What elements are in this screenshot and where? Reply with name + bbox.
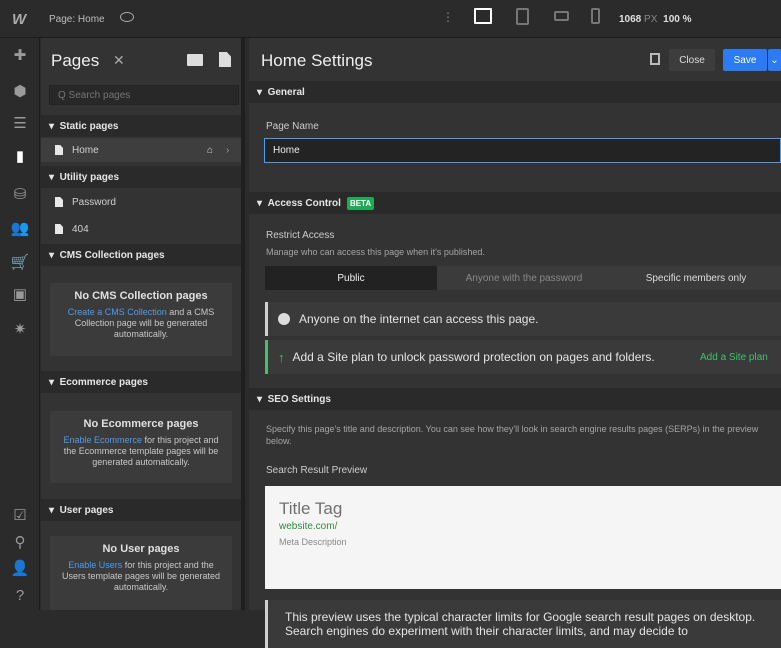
page-settings-panel: Home Settings Close Save ⌄ ▾ General Pag… — [249, 38, 781, 648]
close-icon[interactable]: ✕ — [113, 52, 125, 69]
page-label: Page: Home — [49, 14, 105, 25]
access-control-header[interactable]: ▾ Access Control BETA — [249, 192, 781, 214]
create-cms-link[interactable]: Create a CMS Collection — [68, 307, 167, 317]
tasks-icon[interactable]: ☑ — [10, 505, 30, 525]
ecommerce-empty-state: No Ecommerce pages Enable Ecommerce for … — [50, 411, 232, 483]
restrict-access-desc: Manage who can access this page when it'… — [266, 247, 485, 257]
ecommerce-icon[interactable]: 🛒 — [10, 252, 30, 272]
users-icon[interactable]: 👥 — [10, 218, 30, 238]
home-icon: ⌂ — [207, 144, 214, 156]
static-pages-header[interactable]: ▾ Static pages — [41, 115, 241, 137]
page-item-home[interactable]: Home ⌂ › — [41, 138, 241, 162]
save-button[interactable]: Save — [723, 49, 767, 71]
enable-ecommerce-link[interactable]: Enable Ecommerce — [63, 435, 142, 445]
ecommerce-pages-header[interactable]: ▾ Ecommerce pages — [41, 371, 241, 393]
pages-icon[interactable]: ▮ — [10, 146, 30, 166]
zoom-level: 100 % — [663, 14, 692, 25]
search-pages-input[interactable] — [49, 85, 239, 105]
ecom-empty-title: No Ecommerce pages — [83, 418, 199, 430]
cms-empty-state: No CMS Collection pages Create a CMS Col… — [50, 283, 232, 356]
settings-title: Home Settings — [261, 51, 373, 70]
close-button[interactable]: Close — [669, 49, 715, 71]
mobile-portrait-icon[interactable] — [591, 8, 600, 24]
webflow-logo[interactable]: W — [12, 11, 26, 28]
pages-title: Pages — [51, 51, 100, 70]
public-notice: Anyone on the internet can access this p… — [265, 302, 781, 336]
arrow-up-icon: ↑ — [278, 349, 285, 365]
page-icon — [55, 197, 63, 207]
access-option-public[interactable]: Public — [265, 266, 437, 290]
symbols-icon[interactable]: ⬢ — [10, 81, 30, 101]
restrict-access-label: Restrict Access — [266, 230, 335, 241]
tablet-icon[interactable] — [516, 8, 529, 25]
desktop-icon[interactable] — [474, 8, 492, 24]
page-name-input[interactable] — [264, 138, 781, 163]
access-option-password[interactable]: Anyone with the password — [437, 266, 611, 290]
globe-icon — [278, 313, 290, 325]
user-empty-title: No User pages — [102, 543, 180, 555]
add-icon[interactable]: ✚ — [10, 45, 30, 65]
enable-users-link[interactable]: Enable Users — [68, 560, 122, 570]
general-section-header[interactable]: ▾ General — [249, 81, 781, 103]
preview-title: Title Tag — [279, 499, 343, 518]
search-preview-label: Search Result Preview — [266, 465, 368, 476]
search-icon[interactable]: ⚲ — [10, 532, 30, 552]
user-empty-state: No User pages Enable Users for this proj… — [50, 536, 232, 610]
cms-empty-title: No CMS Collection pages — [74, 290, 208, 302]
page-item-password[interactable]: Password — [41, 190, 241, 214]
top-bar: W Page: Home ⋮ 1068 PX 100 % — [0, 0, 781, 38]
access-option-members[interactable]: Specific members only — [611, 266, 781, 290]
cms-pages-header[interactable]: ▾ CMS Collection pages — [41, 244, 241, 266]
save-options-chevron-icon[interactable]: ⌄ — [768, 49, 781, 71]
navigator-icon[interactable]: ☰ — [10, 113, 30, 133]
pages-panel: Pages ✕ ▾ Static pages Home ⌂ › ▾ Utilit… — [41, 38, 245, 610]
more-icon[interactable]: ⋮ — [442, 10, 454, 24]
settings-icon[interactable]: ✷ — [10, 319, 30, 339]
beta-badge: BETA — [346, 196, 375, 210]
help-icon[interactable]: ? — [10, 585, 30, 605]
px-unit: PX — [644, 14, 658, 25]
duplicate-icon[interactable] — [650, 53, 660, 65]
seo-section-header[interactable]: ▾ SEO Settings — [249, 388, 781, 410]
add-page-icon[interactable] — [219, 52, 231, 67]
page-name-label: Page Name — [266, 121, 319, 132]
preview-url: website.com/ — [279, 521, 338, 532]
seo-description: Specify this page's title and descriptio… — [266, 424, 759, 446]
preview-meta: Meta Description — [279, 537, 347, 547]
assets-icon[interactable]: ▣ — [10, 284, 30, 304]
collaborators-icon[interactable]: 👤 — [10, 558, 30, 578]
search-result-preview: Title Tag website.com/ Meta Description — [265, 486, 781, 589]
user-pages-header[interactable]: ▾ User pages — [41, 499, 241, 521]
utility-pages-header[interactable]: ▾ Utility pages — [41, 166, 241, 188]
add-site-plan-link[interactable]: Add a Site plan — [700, 352, 768, 363]
chevron-right-icon[interactable]: › — [226, 145, 229, 156]
canvas-width: 1068 — [619, 14, 642, 25]
eye-icon[interactable] — [120, 12, 134, 22]
site-plan-notice: ↑ Add a Site plan to unlock password pro… — [265, 340, 781, 374]
page-icon — [55, 145, 63, 155]
mobile-landscape-icon[interactable] — [554, 11, 569, 21]
page-icon — [55, 224, 63, 234]
left-toolbar: ✚ ⬢ ☰ ▮ ⛁ 👥 🛒 ▣ ✷ ☑ ⚲ 👤 ? — [0, 38, 40, 610]
preview-note: This preview uses the typical character … — [265, 600, 781, 648]
cms-icon[interactable]: ⛁ — [10, 184, 30, 204]
add-folder-icon[interactable] — [187, 54, 203, 66]
page-item-404[interactable]: 404 — [41, 217, 241, 241]
